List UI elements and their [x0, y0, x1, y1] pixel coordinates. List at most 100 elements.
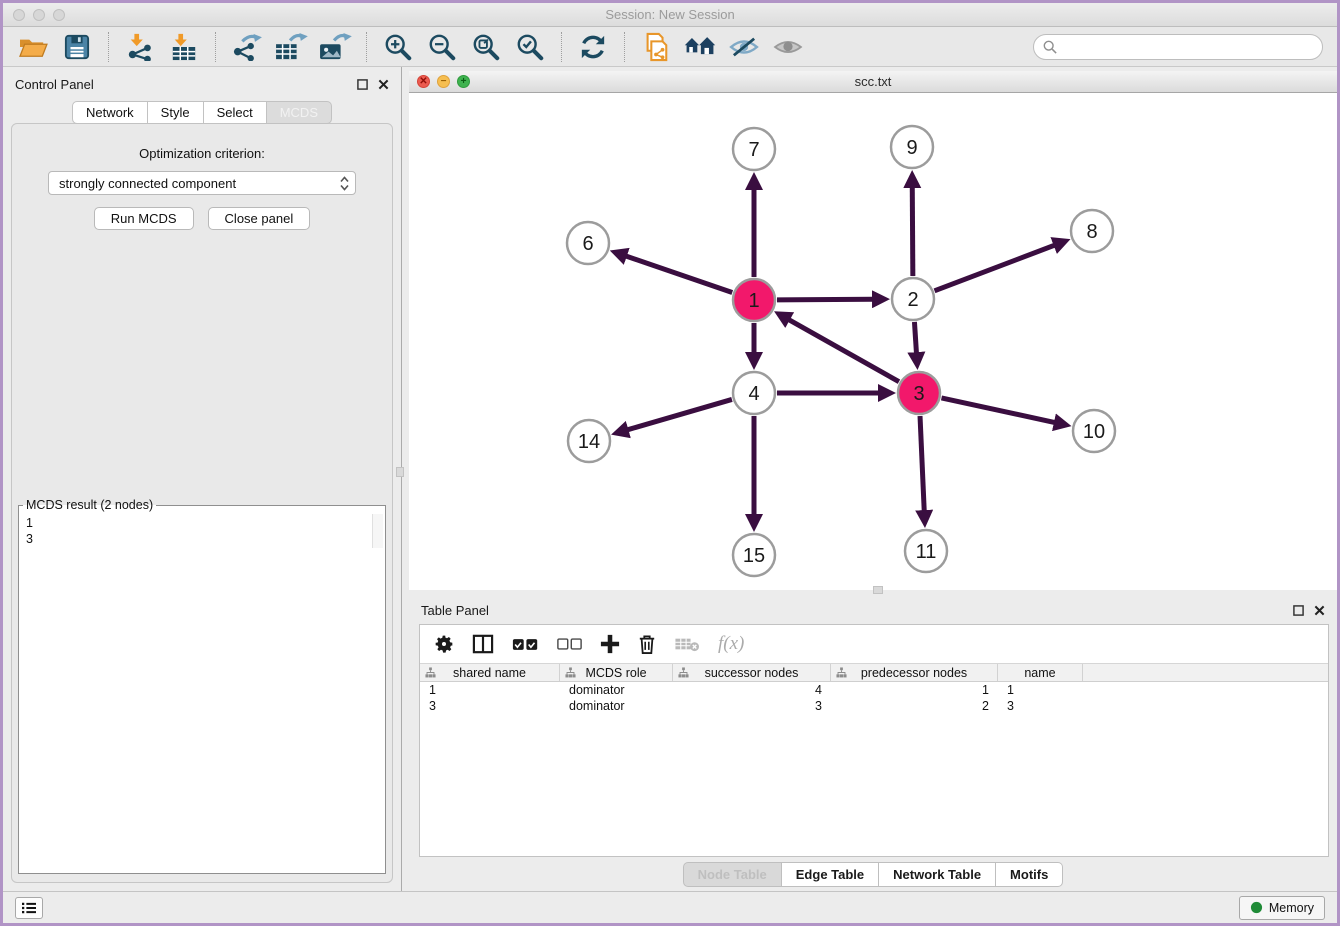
close-table-panel-icon[interactable]: [1314, 605, 1325, 616]
node-4[interactable]: 4: [733, 372, 775, 414]
table-row[interactable]: 1dominator411: [420, 682, 1328, 698]
delete-column-trash-icon[interactable]: [638, 634, 656, 655]
edge-2-8[interactable]: [935, 245, 1055, 291]
save-session-button[interactable]: [57, 30, 97, 64]
node-11[interactable]: 11: [905, 530, 947, 572]
node-10[interactable]: 10: [1073, 410, 1115, 452]
table-cell[interactable]: 3: [673, 699, 831, 713]
network-canvas[interactable]: 7 9 6 8 1 2 4 3 14 10 15 11: [409, 93, 1337, 590]
run-mcds-button[interactable]: Run MCDS: [94, 207, 194, 230]
tab-motifs[interactable]: Motifs: [996, 862, 1063, 887]
table-cell[interactable]: 3: [998, 699, 1083, 713]
table-splitter[interactable]: [409, 590, 1337, 598]
edge-4-14[interactable]: [627, 399, 732, 429]
export-image-button[interactable]: [315, 30, 355, 64]
column-header-predecessor-nodes[interactable]: predecessor nodes: [831, 664, 998, 681]
optimization-criterion-select[interactable]: strongly connected component: [48, 171, 356, 195]
show-all-button[interactable]: [768, 30, 808, 64]
edge-3-1[interactable]: [789, 320, 899, 382]
toolbar-separator: [561, 32, 562, 62]
deselect-all-rows-icon[interactable]: [557, 638, 582, 650]
new-network-from-selection-button[interactable]: [636, 30, 676, 64]
table-splitter-handle[interactable]: [873, 586, 883, 594]
float-table-panel-icon[interactable]: [1293, 605, 1304, 616]
svg-text:8: 8: [1086, 221, 1097, 243]
node-3[interactable]: 3: [898, 372, 940, 414]
table-cell[interactable]: dominator: [560, 699, 673, 713]
first-neighbors-button[interactable]: [680, 30, 720, 64]
node-7[interactable]: 7: [733, 128, 775, 170]
zoom-fit-button[interactable]: [466, 30, 506, 64]
function-builder-button[interactable]: f(x): [718, 633, 744, 655]
node-6[interactable]: 6: [567, 222, 609, 264]
apply-layout-button[interactable]: [573, 30, 613, 64]
import-network-button[interactable]: [120, 30, 160, 64]
export-network-button[interactable]: [227, 30, 267, 64]
network-minimize-button[interactable]: −: [437, 75, 450, 88]
import-table-button[interactable]: [164, 30, 204, 64]
search-box[interactable]: [1033, 34, 1323, 60]
edge-1-6[interactable]: [626, 256, 732, 293]
add-column-icon[interactable]: [600, 634, 620, 654]
table-cell[interactable]: 2: [831, 699, 998, 713]
control-panel-tabs: Network Style Select MCDS: [3, 101, 401, 124]
delete-table-icon[interactable]: [674, 636, 700, 652]
tab-mcds[interactable]: MCDS: [267, 101, 332, 124]
node-9[interactable]: 9: [891, 126, 933, 168]
network-graph[interactable]: 7 9 6 8 1 2 4 3 14 10 15 11: [409, 93, 1337, 590]
edge-1-2[interactable]: [777, 299, 873, 300]
table-cell[interactable]: 3: [420, 699, 560, 713]
tab-style[interactable]: Style: [148, 101, 204, 124]
hide-selected-button[interactable]: [724, 30, 764, 64]
node-2[interactable]: 2: [892, 278, 934, 320]
edge-2-9[interactable]: [912, 187, 913, 276]
result-scrollbar[interactable]: [372, 514, 383, 548]
splitter-handle[interactable]: [396, 467, 404, 477]
column-header-name[interactable]: name: [998, 664, 1083, 681]
search-input[interactable]: [1063, 39, 1313, 54]
memory-button[interactable]: Memory: [1239, 896, 1325, 920]
node-14[interactable]: 14: [568, 420, 610, 462]
tab-network[interactable]: Network: [72, 101, 148, 124]
export-table-button[interactable]: [271, 30, 311, 64]
network-close-button[interactable]: ✕: [417, 75, 430, 88]
table-settings-gear-icon[interactable]: [434, 634, 454, 654]
column-header-shared-name[interactable]: shared name: [420, 664, 560, 681]
table-cell[interactable]: dominator: [560, 683, 673, 697]
column-header-mcds-role[interactable]: MCDS role: [560, 664, 673, 681]
node-1[interactable]: 1: [733, 279, 775, 321]
show-task-history-button[interactable]: [15, 897, 43, 919]
table-cell[interactable]: 4: [673, 683, 831, 697]
edge-3-11[interactable]: [920, 416, 924, 511]
node-8[interactable]: 8: [1071, 210, 1113, 252]
network-window-titlebar[interactable]: scc.txt ✕ − +: [409, 71, 1337, 93]
zoom-out-button[interactable]: [422, 30, 462, 64]
memory-status-icon: [1250, 901, 1263, 914]
edge-2-3[interactable]: [914, 322, 916, 353]
column-layout-icon[interactable]: [472, 634, 494, 654]
mcds-result-box: MCDS result (2 nodes) 1 3: [18, 498, 386, 874]
table-cell[interactable]: 1: [420, 683, 560, 697]
float-panel-icon[interactable]: [357, 79, 368, 90]
table-cell[interactable]: 1: [831, 683, 998, 697]
table-row[interactable]: 3dominator323: [420, 698, 1328, 714]
network-zoom-button[interactable]: +: [457, 75, 470, 88]
mcds-result-area[interactable]: 1 3: [21, 514, 383, 548]
mcds-result-values: 1 3: [21, 514, 383, 548]
close-panel-icon[interactable]: [378, 79, 389, 90]
table-cell[interactable]: 1: [998, 683, 1083, 697]
tab-select[interactable]: Select: [204, 101, 267, 124]
panel-splitter[interactable]: [401, 67, 409, 891]
open-session-button[interactable]: [13, 30, 53, 64]
column-header-successor-nodes[interactable]: successor nodes: [673, 664, 831, 681]
tab-network-table[interactable]: Network Table: [879, 862, 996, 887]
node-15[interactable]: 15: [733, 534, 775, 576]
tab-node-table[interactable]: Node Table: [683, 862, 782, 887]
edge-3-10[interactable]: [941, 398, 1054, 423]
zoom-selected-button[interactable]: [510, 30, 550, 64]
zoom-in-button[interactable]: [378, 30, 418, 64]
close-panel-button[interactable]: Close panel: [208, 207, 311, 230]
svg-text:14: 14: [578, 431, 600, 453]
select-all-rows-icon[interactable]: [512, 638, 539, 651]
tab-edge-table[interactable]: Edge Table: [782, 862, 879, 887]
